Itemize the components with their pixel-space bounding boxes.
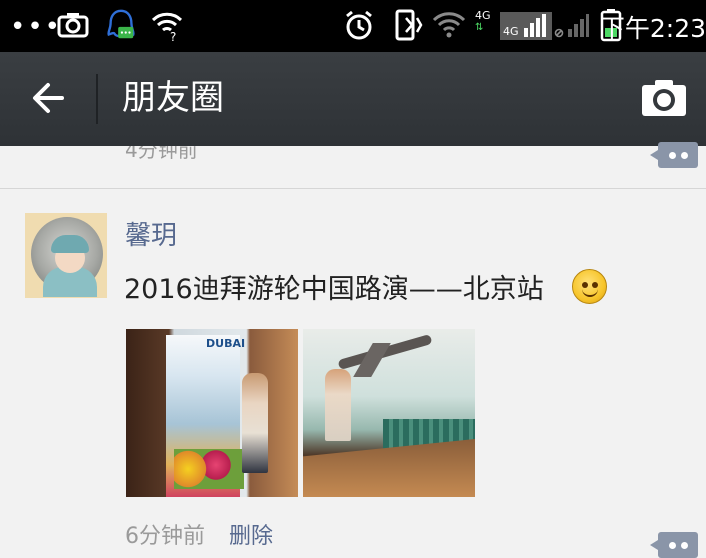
delete-link[interactable]: 删除 (229, 522, 273, 552)
network-type-label: 4G (475, 9, 491, 22)
screenshot-icon (57, 13, 89, 38)
previous-post-time: 4分钟前 (125, 146, 198, 160)
dot-icon (681, 152, 688, 159)
post-author[interactable]: 馨玥 (125, 218, 177, 254)
status-bar: ••• ? 4G ⇅ 4G 下午2:23 (0, 0, 706, 52)
post-text: 2016迪拜游轮中国路演——北京站 (124, 274, 544, 305)
dot-icon (669, 152, 676, 159)
data-arrows-icon: ⇅ (475, 22, 484, 33)
signal-strength-icon: 4G (500, 12, 552, 40)
status-time: 下午2:23 (599, 14, 706, 43)
back-arrow-icon[interactable] (28, 76, 72, 120)
comment-button[interactable] (650, 532, 698, 558)
signal-strength-2-icon (554, 14, 589, 38)
wifi-question-icon: ? (151, 12, 183, 42)
comment-button-previous[interactable] (650, 142, 698, 168)
svg-text:4G: 4G (503, 25, 519, 38)
smile-emoji-icon (572, 269, 607, 304)
camera-icon[interactable] (640, 78, 688, 118)
qq-notification-icon (107, 9, 135, 39)
dot-icon (681, 542, 688, 549)
vibrate-icon (395, 9, 423, 41)
dot-icon (669, 542, 676, 549)
alarm-icon (346, 10, 372, 40)
post-time: 6分钟前 (125, 524, 205, 549)
action-bar: 朋友圈 (0, 52, 706, 146)
post-photo-1[interactable]: DUBAI (126, 329, 298, 497)
page-title: 朋友圈 (122, 78, 224, 118)
post-divider (0, 188, 706, 189)
overflow-dots-icon: ••• (10, 12, 63, 42)
post-photo-2[interactable] (303, 329, 475, 497)
action-bar-divider (96, 74, 98, 124)
svg-text:?: ? (170, 30, 176, 42)
photo-poster-text: DUBAI (206, 337, 246, 350)
network-type-indicator: 4G ⇅ (475, 10, 491, 40)
avatar[interactable] (25, 213, 107, 298)
wifi-icon (432, 12, 466, 38)
